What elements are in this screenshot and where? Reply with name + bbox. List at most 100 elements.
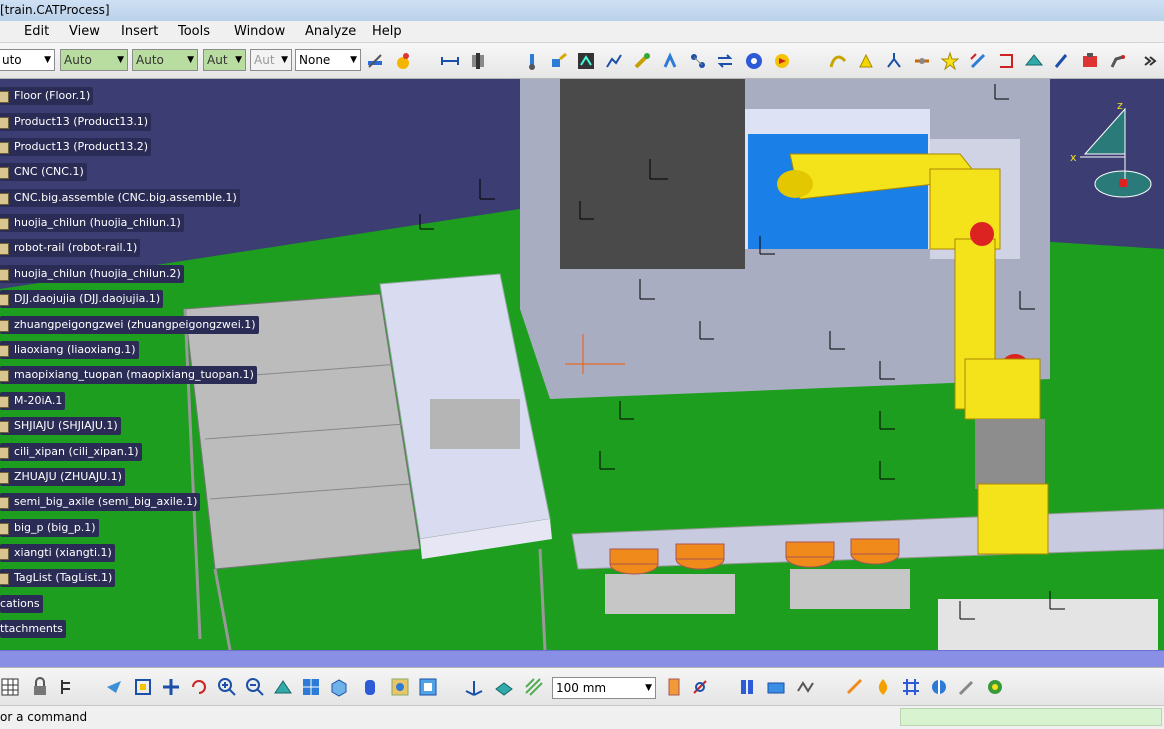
material-icon[interactable] [393, 51, 413, 71]
combo-6[interactable]: None ▼ [295, 49, 361, 71]
lever-icon[interactable] [1052, 51, 1072, 71]
snap-grid-icon[interactable] [524, 677, 544, 697]
compass-icon[interactable] [929, 677, 949, 697]
normal-view-icon[interactable] [273, 677, 293, 697]
command-input[interactable] [900, 708, 1162, 726]
tree-item-semi-big-axile[interactable]: semi_big_axile (semi_big_axile.1) [0, 493, 201, 511]
tree-item-cili-xipan[interactable]: cili_xipan (cili_xipan.1) [0, 443, 142, 461]
tree-item-zhuangpeigongzwei[interactable]: zhuangpeigongzwei (zhuangpeigongzwei.1) [0, 316, 259, 334]
gear-icon[interactable] [985, 677, 1005, 697]
tree-item-applications[interactable]: cations [0, 595, 43, 613]
tree-item-shjiaju[interactable]: SHJIAJU (SHJIAJU.1) [0, 417, 121, 435]
combo-3[interactable]: Auto ▼ [132, 49, 198, 71]
combo-4[interactable]: Aut ▼ [203, 49, 246, 71]
cut-icon[interactable] [996, 51, 1016, 71]
tree-item-attachments[interactable]: ttachments [0, 620, 66, 638]
arrow-yellow-icon[interactable] [856, 51, 876, 71]
paint-brush-icon[interactable] [365, 51, 385, 71]
swap-space-icon[interactable] [418, 677, 438, 697]
fly-icon[interactable] [104, 677, 124, 697]
pan-icon[interactable] [161, 677, 181, 697]
tag-icon [0, 573, 9, 585]
plane-icon[interactable] [494, 677, 514, 697]
machine-icon[interactable] [1080, 51, 1100, 71]
chevron-down-icon: ▼ [117, 55, 124, 65]
menu-insert[interactable]: Insert [121, 24, 158, 39]
tree-item-maopixiang-tuopan[interactable]: maopixiang_tuopan (maopixiang_tuopan.1) [0, 366, 257, 384]
title-bar: [train.CATProcess] [0, 0, 1164, 22]
gripper-icon[interactable] [912, 51, 932, 71]
menu-window[interactable]: Window [234, 24, 285, 39]
path-icon[interactable] [604, 51, 624, 71]
tool-icon[interactable] [632, 51, 652, 71]
globe-icon[interactable] [744, 51, 764, 71]
compass-widget[interactable]: z x [1070, 99, 1152, 198]
tree-item-cnc[interactable]: CNC (CNC.1) [0, 163, 87, 181]
wrench-icon[interactable] [957, 677, 977, 697]
move-tool-icon[interactable] [968, 51, 988, 71]
robot-icon[interactable] [522, 51, 542, 71]
menu-analyze[interactable]: Analyze [305, 24, 356, 39]
tree-item-xiangti[interactable]: xiangti (xiangti.1) [0, 544, 115, 562]
tree-item-djj-daojujia[interactable]: DJJ.daojujia (DJJ.daojujia.1) [0, 290, 164, 308]
axis-icon[interactable] [884, 51, 904, 71]
tree-item-huojia-chilun-2[interactable]: huojia_chilun (huojia_chilun.2) [0, 265, 184, 283]
clash-icon[interactable] [766, 677, 786, 697]
axis-system-icon[interactable] [464, 677, 484, 697]
measure-icon[interactable] [440, 51, 460, 71]
tag-group-icon[interactable] [688, 51, 708, 71]
iso-view-icon[interactable] [329, 677, 349, 697]
jog-icon[interactable] [576, 51, 596, 71]
multi-view-icon[interactable] [301, 677, 321, 697]
star-icon[interactable] [940, 51, 960, 71]
combo-1[interactable]: uto ▼ [0, 49, 55, 71]
simulation-icon[interactable] [772, 51, 792, 71]
zoom-in-icon[interactable] [217, 677, 237, 697]
menu-tools[interactable]: Tools [178, 24, 210, 39]
tree-item-robot-rail[interactable]: robot-rail (robot-rail.1) [0, 239, 141, 257]
menu-edit[interactable]: Edit [24, 24, 49, 39]
grid-move-icon[interactable] [901, 677, 921, 697]
curve-icon[interactable] [828, 51, 848, 71]
tree-item-product13-1[interactable]: Product13 (Product13.1) [0, 113, 152, 131]
distance-icon[interactable] [795, 677, 815, 697]
combo-2[interactable]: Auto ▼ [60, 49, 128, 71]
tree-item-product13-2[interactable]: Product13 (Product13.2) [0, 138, 152, 156]
catalog-icon[interactable] [738, 677, 758, 697]
tree-toggle-icon[interactable] [58, 677, 78, 697]
ruler-icon[interactable] [664, 677, 684, 697]
flame-icon[interactable] [873, 677, 893, 697]
tree-item-taglist[interactable]: TagList (TagList.1) [0, 569, 116, 587]
toolbar-overflow-icon[interactable] [1140, 51, 1160, 71]
shading-icon[interactable] [360, 677, 380, 697]
lock-icon[interactable] [30, 677, 50, 697]
3d-viewport[interactable]: z x Floor (Floor.1) Product13 (Product13… [0, 79, 1164, 650]
tree-item-liaoxiang[interactable]: liaoxiang (liaoxiang.1) [0, 341, 139, 359]
robot-motion-icon[interactable] [660, 51, 680, 71]
tree-item-big-p[interactable]: big_p (big_p.1) [0, 519, 99, 537]
viewport-scrollbar[interactable] [0, 650, 1164, 667]
tree-item-m20ia[interactable]: M-20iA.1 [0, 392, 66, 410]
zoom-out-icon[interactable] [245, 677, 265, 697]
robot-teach-icon[interactable] [549, 51, 569, 71]
hide-show-icon[interactable] [390, 677, 410, 697]
rotate-icon[interactable] [189, 677, 209, 697]
tree-item-zhuaju[interactable]: ZHUAJU (ZHUAJU.1) [0, 468, 125, 486]
tree-item-floor[interactable]: Floor (Floor.1) [0, 87, 94, 105]
swap-icon[interactable] [715, 51, 735, 71]
fit-all-icon[interactable] [133, 677, 153, 697]
snap-icon[interactable] [690, 677, 710, 697]
robot-motor [970, 222, 994, 246]
units-combo[interactable]: 100 mm ▼ [552, 677, 656, 699]
grid-icon[interactable] [0, 677, 20, 697]
menu-help[interactable]: Help [372, 24, 402, 39]
cut-tool-icon[interactable] [845, 677, 865, 697]
product-icon [0, 167, 9, 179]
inertia-icon[interactable] [468, 51, 488, 71]
combo-5[interactable]: Aut ▼ [250, 49, 292, 71]
surface-icon[interactable] [1024, 51, 1044, 71]
menu-view[interactable]: View [69, 24, 100, 39]
tree-item-huojia-chilun-1[interactable]: huojia_chilun (huojia_chilun.1) [0, 214, 184, 232]
tree-item-cnc-big-assemble[interactable]: CNC.big.assemble (CNC.big.assemble.1) [0, 189, 240, 207]
robot-arm-icon[interactable] [1108, 51, 1128, 71]
